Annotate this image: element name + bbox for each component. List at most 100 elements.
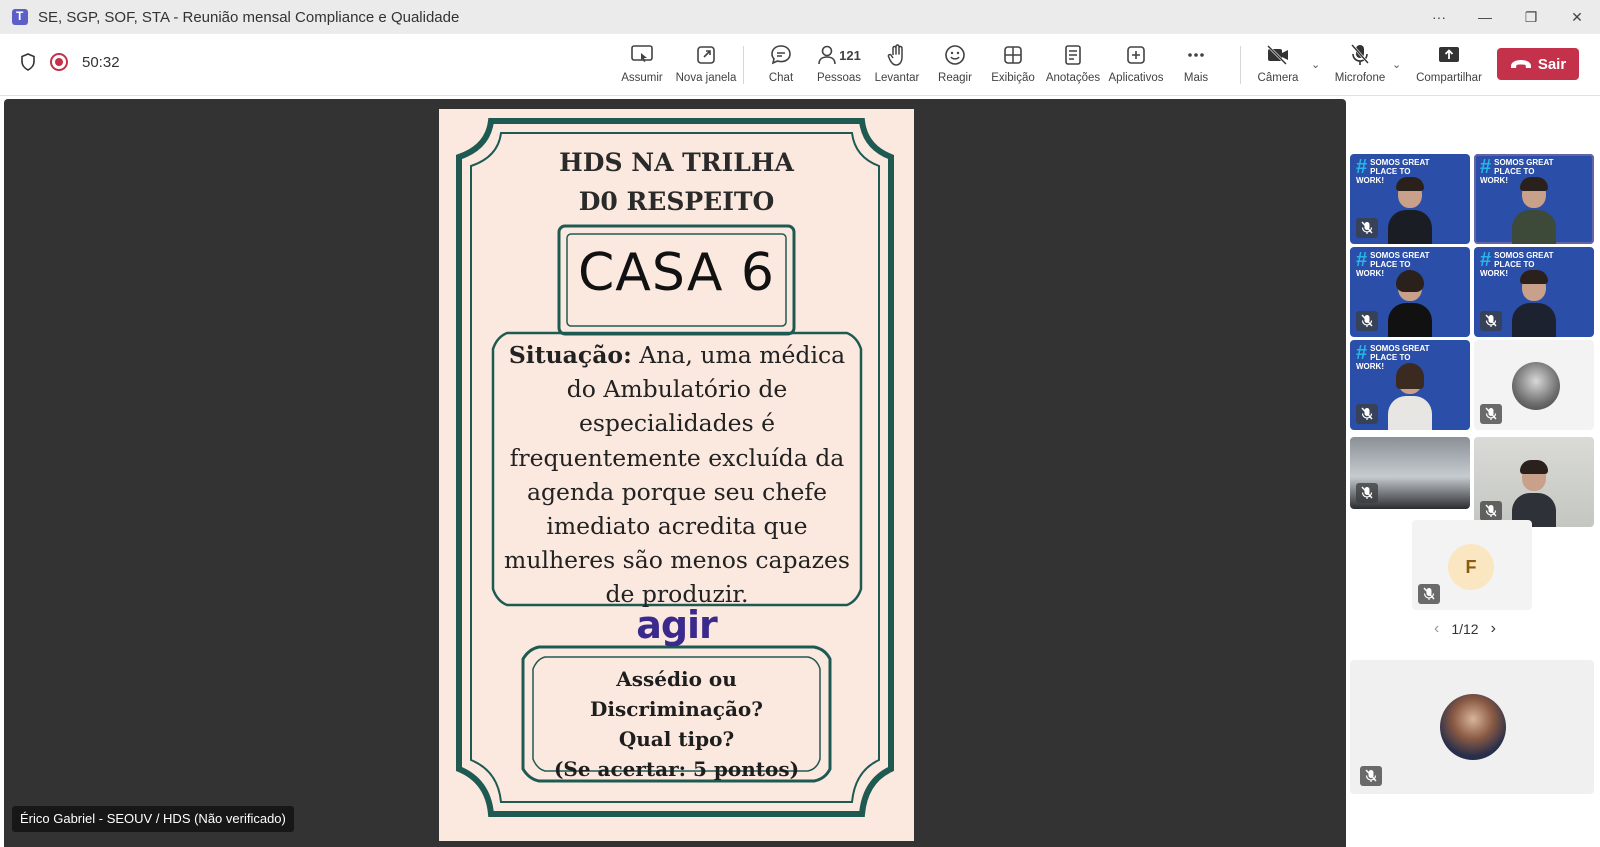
more-icon [1185,42,1207,68]
more-options-button[interactable]: ··· [1416,0,1462,34]
microfone-button[interactable]: Microfone [1328,42,1392,90]
anotacoes-button[interactable]: Anotações [1042,42,1104,90]
muted-mic-icon [1356,218,1378,238]
muted-mic-icon [1418,584,1440,604]
window-controls: ··· — ❐ ✕ [1416,0,1600,34]
nova-janela-label: Nova janela [675,72,737,84]
pessoas-label: Pessoas [816,72,862,84]
hashtag-icon: # [1356,156,1368,178]
toolbar-divider [743,46,744,84]
muted-mic-icon [1356,483,1378,503]
situation-body: Ana, uma médica do Ambulatório de especi… [504,341,850,609]
reagir-button[interactable]: Reagir [926,42,984,90]
question-line2: Qual tipo? [618,727,735,751]
initial-avatar: F [1448,544,1494,590]
layout-grid-icon [1002,42,1024,68]
title-bar: SE, SGP, SOF, STA - Reunião mensal Compl… [0,0,1600,34]
question-line3: (Se acertar: 5 pontos) [553,757,800,781]
participant-video [1388,177,1432,244]
meeting-info: 50:32 [20,53,120,71]
levantar-label: Levantar [874,72,920,84]
recording-icon [50,53,68,71]
hashtag-icon: # [1356,249,1368,271]
exibicao-button[interactable]: Exibição [984,42,1042,90]
participant-tile[interactable] [1474,437,1594,527]
av-controls: Câmera [1248,42,1308,90]
teams-logo-icon [12,9,28,25]
aplicativos-button[interactable]: Aplicativos [1104,42,1168,90]
meeting-timer: 50:32 [82,53,120,71]
participant-video [1512,460,1556,527]
participant-tile[interactable]: F [1412,520,1532,610]
toolbar-divider [1240,46,1241,84]
participant-tile[interactable] [1474,340,1594,430]
share-button-group: Compartilhar [1410,42,1488,90]
participant-gallery: # SOMOS GREAT PLACE TO WORK! # SOMOS GREAT P… [1346,99,1600,847]
participant-tile[interactable]: # SOMOS GREAT PLACE TO WORK! [1350,340,1470,430]
levantar-button[interactable]: Levantar [868,42,926,90]
question-block: Assédio ou Discriminação? Qual tipo? (Se… [529,664,824,784]
minimize-button[interactable]: — [1462,0,1508,34]
window-title: SE, SGP, SOF, STA - Reunião mensal Compl… [38,8,460,26]
camera-label: Câmera [1257,72,1299,84]
situation-text: Situação: Ana, uma médica do Ambulatório… [491,338,863,612]
shared-content-stage[interactable]: HDS NA TRILHA D0 RESPEITO CASA 6 Situaçã… [4,99,1346,847]
hang-up-icon [1510,60,1531,68]
chat-label: Chat [768,72,794,84]
close-window-button[interactable]: ✕ [1554,0,1600,34]
people-icon: 121 [817,42,861,68]
gallery-pager: ‹ 1/12 › [1434,620,1496,638]
participant-video [1512,270,1556,337]
meeting-toolbar: 50:32 Assumir Nova janela Chat 121 Pesso… [0,34,1600,96]
mais-label: Mais [1183,72,1209,84]
agir-logo: agir [636,603,718,647]
self-view-tile[interactable] [1350,660,1594,794]
hashtag-icon: # [1480,156,1492,178]
participant-tile-active-speaker[interactable]: # SOMOS GREAT PLACE TO WORK! [1474,154,1594,244]
restore-button[interactable]: ❐ [1508,0,1554,34]
reagir-label: Reagir [938,72,972,84]
camera-off-icon [1265,42,1291,68]
page-indicator: 1/12 [1451,621,1479,637]
notes-icon [1063,42,1083,68]
mic-options-chevron-icon[interactable]: ⌄ [1392,58,1401,71]
assumir-button[interactable]: Assumir [612,42,672,90]
previous-page-icon[interactable]: ‹ [1434,620,1439,638]
emoji-icon [944,42,966,68]
participant-video [1512,177,1556,244]
aplicativos-label: Aplicativos [1108,72,1164,84]
compartilhar-label: Compartilhar [1416,72,1482,84]
participant-tile[interactable]: # SOMOS GREAT PLACE TO WORK! [1474,247,1594,337]
participant-tile[interactable]: # SOMOS GREAT PLACE TO WORK! [1350,154,1470,244]
meeting-actions: Chat 121 Pessoas Levantar Reagir Exibiçã… [752,42,1224,90]
take-control-icon [630,42,654,68]
self-avatar [1440,694,1506,760]
mais-button[interactable]: Mais [1168,42,1224,90]
muted-mic-icon [1356,404,1378,424]
camera-button[interactable]: Câmera [1248,42,1308,90]
add-app-icon [1125,42,1147,68]
anotacoes-label: Anotações [1045,72,1101,84]
hashtag-icon: # [1480,249,1492,271]
nova-janela-button[interactable]: Nova janela [672,42,740,90]
mic-controls: Microfone [1328,42,1392,90]
participant-video [1388,363,1432,430]
pessoas-button[interactable]: 121 Pessoas [810,42,868,90]
participant-tile[interactable] [1350,437,1470,509]
question-line1: Assédio ou Discriminação? [590,667,763,721]
participant-tile[interactable]: # SOMOS GREAT PLACE TO WORK! [1350,247,1470,337]
slide-title-line2: D0 RESPEITO [578,187,775,216]
muted-mic-icon [1480,311,1502,331]
situation-label: Situação: [508,341,632,369]
leave-meeting-button[interactable]: Sair [1497,48,1579,80]
participant-avatar [1512,362,1560,410]
chat-button[interactable]: Chat [752,42,810,90]
compartilhar-button[interactable]: Compartilhar [1410,42,1488,90]
camera-options-chevron-icon[interactable]: ⌄ [1311,58,1320,71]
microfone-label: Microfone [1334,72,1386,84]
slide-title-line1: HDS NA TRILHA [559,148,794,177]
shield-icon[interactable] [20,53,36,71]
assumir-label: Assumir [621,72,663,84]
next-page-icon[interactable]: › [1491,620,1496,638]
muted-mic-icon [1480,404,1502,424]
